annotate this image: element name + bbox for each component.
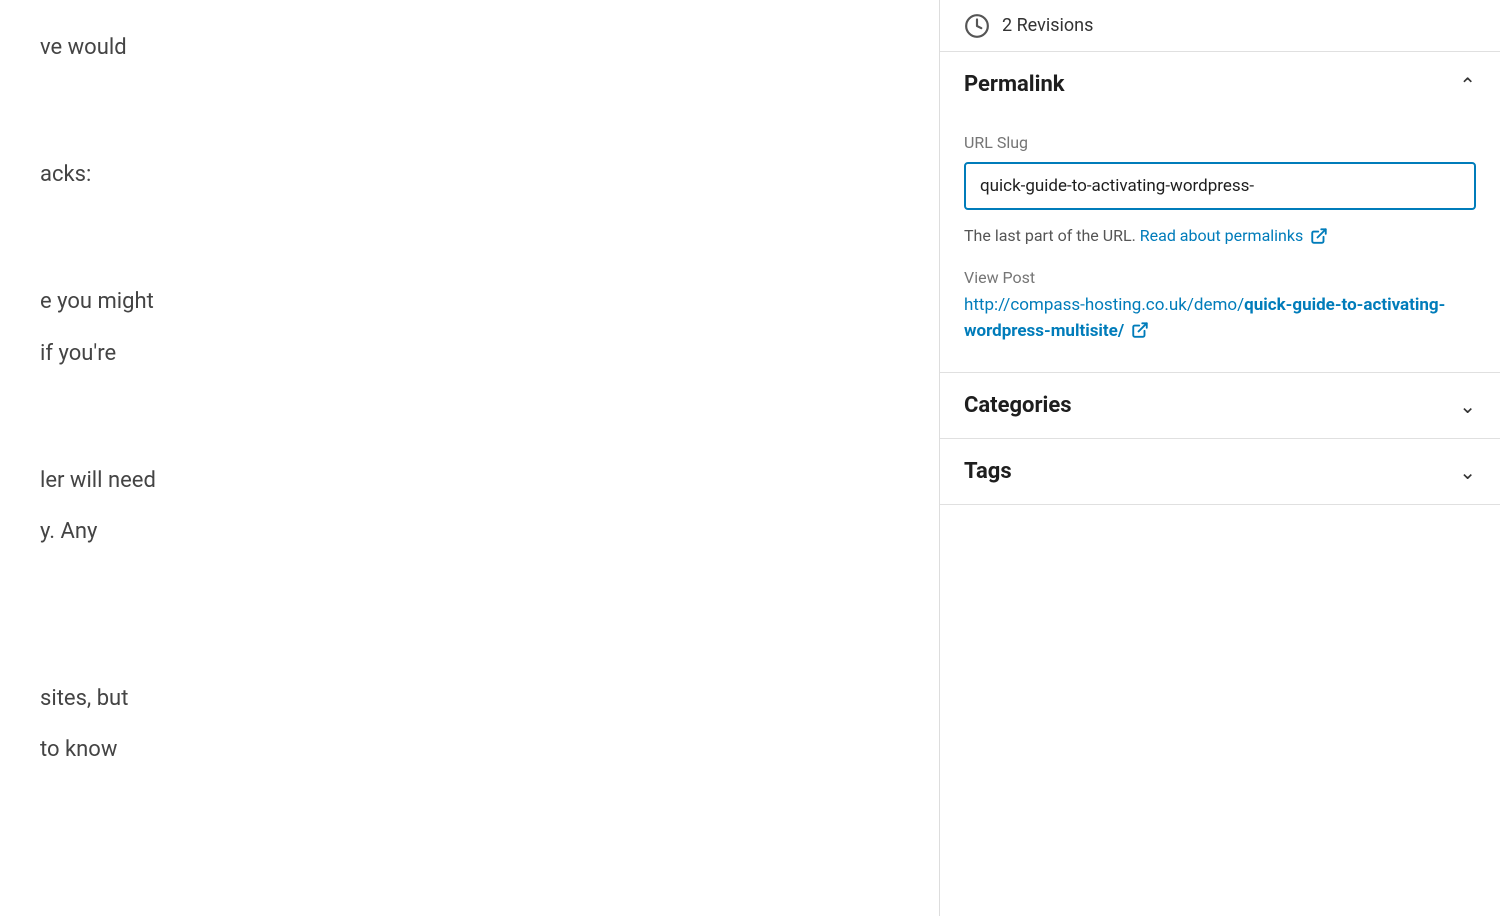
read-about-permalinks-link[interactable]: Read about permalinks (1140, 226, 1328, 245)
view-post-link[interactable]: http://compass-hosting.co.uk/demo/quick-… (964, 295, 1445, 341)
text-line-2 (40, 81, 899, 141)
permalink-help-text: The last part of the URL. Read about per… (964, 224, 1476, 248)
categories-section: Categories ⌄ (940, 373, 1500, 439)
tags-section: Tags ⌄ (940, 439, 1500, 505)
permalink-section-body: URL Slug The last part of the URL. Read … (940, 117, 1500, 372)
text-line-1: ve would (40, 30, 899, 65)
clock-icon (964, 13, 990, 39)
chevron-down-icon-tags: ⌄ (1459, 460, 1476, 484)
permalink-section-header[interactable]: Permalink ⌃ (940, 52, 1500, 117)
text-line-11: sites, but (40, 681, 899, 716)
text-line-5: e you might (40, 284, 899, 319)
text-line-3: acks: (40, 157, 899, 192)
external-link-icon (1310, 227, 1328, 245)
url-slug-input[interactable] (964, 162, 1476, 210)
chevron-up-icon: ⌃ (1459, 73, 1476, 97)
categories-section-header[interactable]: Categories ⌄ (940, 373, 1500, 438)
url-slug-label: URL Slug (964, 133, 1476, 152)
chevron-down-icon-categories: ⌄ (1459, 394, 1476, 418)
content-editor-left: ve would acks: e you might if you're ler… (0, 0, 940, 916)
tags-section-header[interactable]: Tags ⌄ (940, 439, 1500, 504)
tags-title: Tags (964, 459, 1012, 484)
sidebar-panel: 2 Revisions Permalink ⌃ URL Slug The las… (940, 0, 1500, 916)
text-line-4 (40, 208, 899, 268)
text-line-6: if you're (40, 336, 899, 371)
revisions-row[interactable]: 2 Revisions (940, 0, 1500, 52)
view-post-external-icon (1131, 321, 1149, 339)
text-line-8: ler will need (40, 463, 899, 498)
view-post-url-plain: http://compass-hosting.co.uk/demo/ (964, 295, 1244, 315)
text-line-7 (40, 387, 899, 447)
text-line-10 (40, 565, 899, 665)
text-line-12: to know (40, 732, 899, 767)
permalink-title: Permalink (964, 72, 1065, 97)
view-post-label: View Post (964, 268, 1476, 287)
permalink-section: Permalink ⌃ URL Slug The last part of th… (940, 52, 1500, 373)
view-post-url-block: http://compass-hosting.co.uk/demo/quick-… (964, 293, 1476, 344)
categories-title: Categories (964, 393, 1072, 418)
text-line-9: y. Any (40, 514, 899, 549)
revisions-label: 2 Revisions (1002, 15, 1093, 36)
